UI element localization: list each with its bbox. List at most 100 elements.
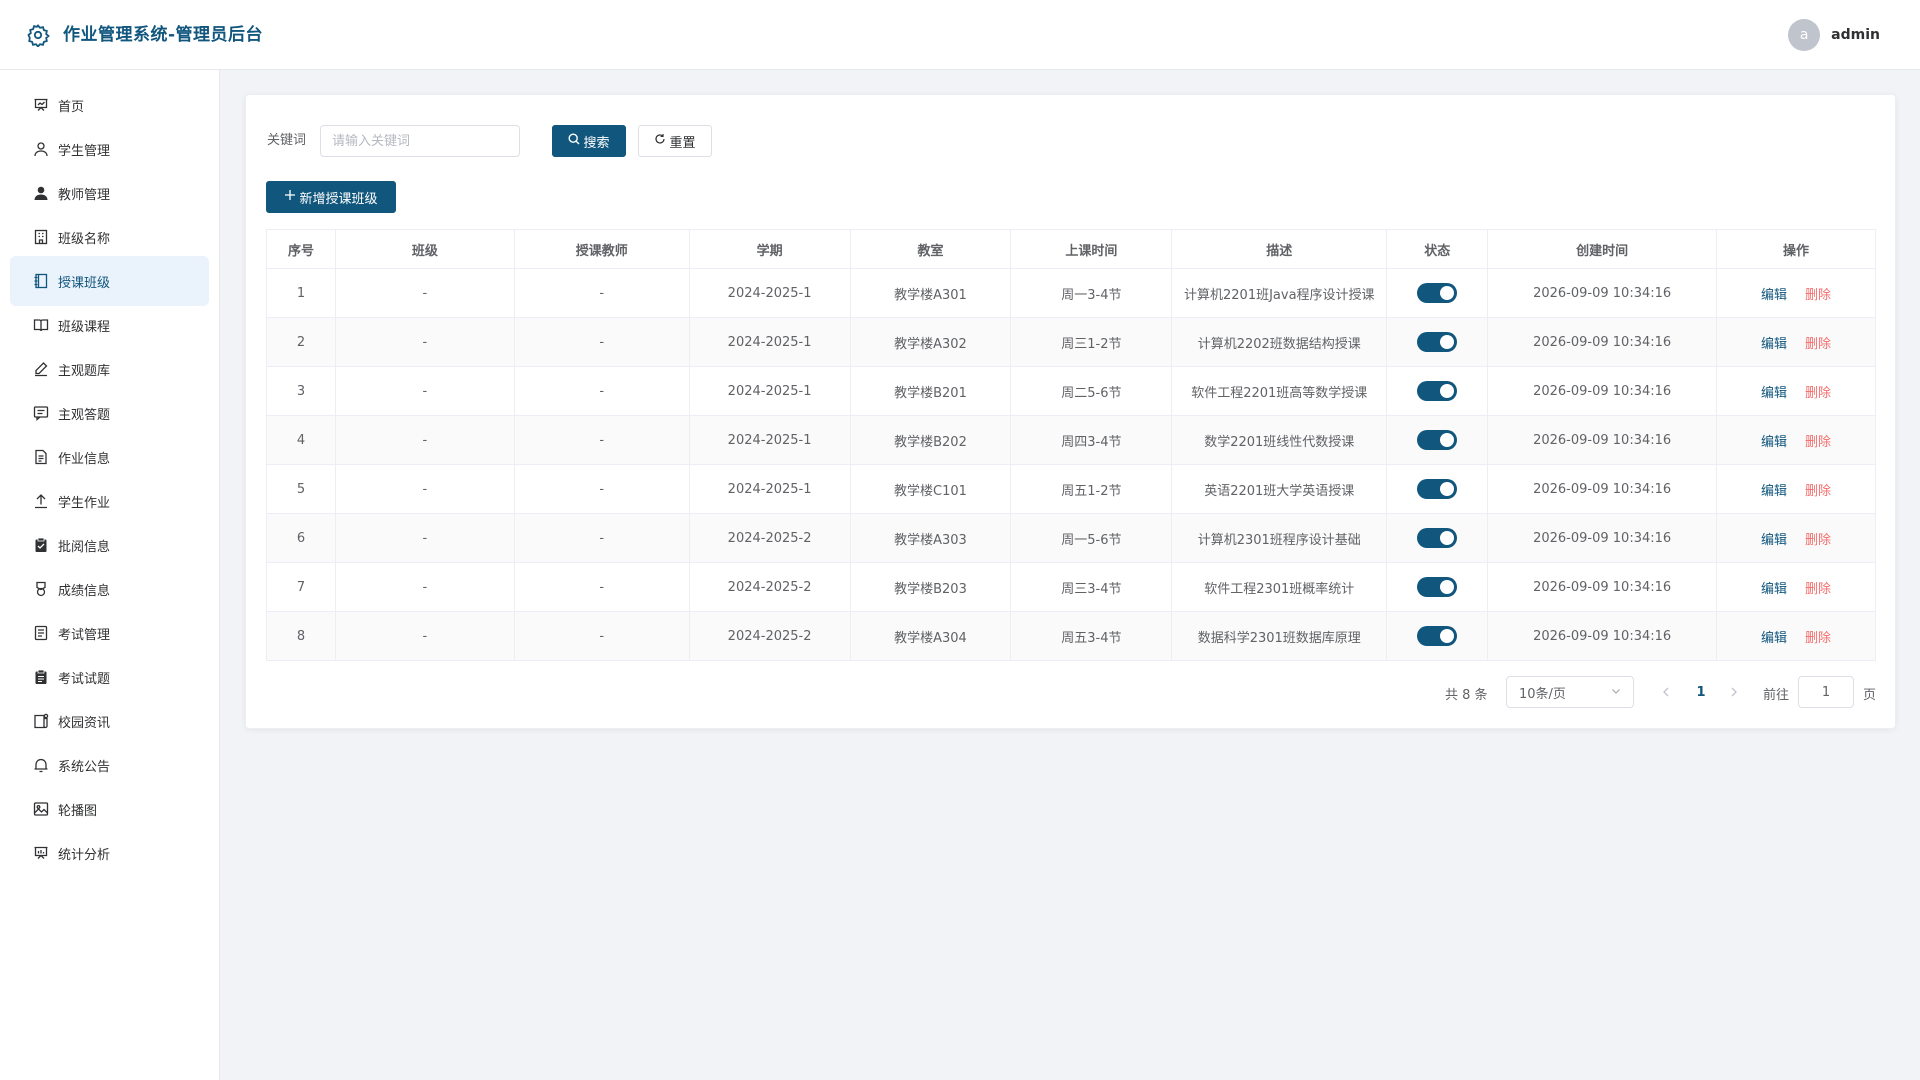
cell-room-text: 教学楼B202 [894,434,967,450]
delete-button[interactable]: 删除 [1805,533,1831,548]
sidebar-item-18[interactable]: 统计分析 [10,828,209,878]
cell-actions: 编辑 删除 [1716,317,1876,367]
cell-actions: 编辑 删除 [1716,366,1876,416]
sidebar-item-8[interactable]: 主观答题 [10,388,209,438]
sidebar-item-17[interactable]: 轮播图 [10,784,209,834]
edit-button[interactable]: 编辑 [1761,288,1787,303]
keyword-label: 关键词 [267,133,307,148]
status-toggle[interactable] [1417,528,1458,548]
status-toggle[interactable] [1417,332,1458,352]
cell-created: 2026-09-09 10:34:16 [1487,562,1718,612]
cell-no-text: 1 [296,285,306,301]
delete-button[interactable]: 删除 [1805,288,1831,303]
edit-button[interactable]: 编辑 [1761,484,1787,499]
cell-term-text: 2024-2025-1 [727,383,812,399]
cell-room: 教学楼B203 [850,562,1012,612]
column-header: 班级 [334,229,515,269]
cell-time: 周一5-6节 [1010,513,1173,563]
column-header: 上课时间 [1010,229,1173,269]
edit-button[interactable]: 编辑 [1761,582,1787,597]
sidebar-item-13[interactable]: 考试管理 [10,608,209,658]
keyword-input[interactable] [320,125,520,157]
cell-teacher-text: - [599,530,605,546]
status-toggle[interactable] [1417,283,1458,303]
cell-time-text: 周五3-4节 [1061,630,1122,646]
sidebar-item-4[interactable]: 班级名称 [10,212,209,262]
status-toggle[interactable] [1417,381,1458,401]
table-row: 6 - - 2024-2025-2 教学楼A303 周一5-6节 计算机2301班程序设计基… [266,513,1876,563]
user-menu[interactable]: a admin [1788,18,1880,52]
book-open-icon [32,316,50,334]
username[interactable]: admin [1831,27,1880,43]
cell-desc-text: 软件工程2301班概率统计 [1204,581,1355,597]
sidebar-item-7[interactable]: 主观题库 [10,344,209,394]
sidebar-item-label: 首页 [58,99,85,115]
goto-label: 前往 [1763,687,1790,703]
status-toggle[interactable] [1417,577,1458,597]
sidebar-item-16[interactable]: 系统公告 [10,740,209,790]
sidebar-item-1[interactable]: 首页 [10,80,209,130]
delete-button[interactable]: 删除 [1805,337,1831,352]
status-toggle[interactable] [1417,479,1458,499]
cell-desc-text: 数学2201班线性代数授课 [1204,434,1355,450]
sidebar-item-9[interactable]: 作业信息 [10,432,209,482]
delete-button[interactable]: 删除 [1805,582,1831,597]
cell-status [1386,562,1489,612]
next-page-button[interactable] [1724,676,1744,708]
edit-button[interactable]: 编辑 [1761,337,1787,352]
delete-button[interactable]: 删除 [1805,435,1831,450]
cell-class-text: - [422,628,428,644]
sidebar-item-label: 统计分析 [58,847,111,863]
cell-term: 2024-2025-1 [689,415,851,465]
sidebar-item-label: 学生管理 [58,143,111,159]
cell-teacher-text: - [599,334,605,350]
edit-button[interactable]: 编辑 [1761,533,1787,548]
status-toggle[interactable] [1417,626,1458,646]
prev-page-button[interactable] [1656,676,1676,708]
column-header: 操作 [1716,229,1876,269]
search-button[interactable]: 搜索 [552,125,626,157]
add-button-label: 新增授课班级 [299,191,378,207]
cell-desc-text: 计算机2201班Java程序设计授课 [1184,287,1375,303]
cell-desc-text: 计算机2301班程序设计基础 [1197,532,1361,548]
delete-button[interactable]: 删除 [1805,386,1831,401]
edit-button[interactable]: 编辑 [1761,386,1787,401]
cell-time-text: 周一3-4节 [1061,287,1122,303]
cell-status [1386,366,1489,416]
sidebar-item-3[interactable]: 教师管理 [10,168,209,218]
page-number-1[interactable]: 1 [1691,676,1711,708]
add-class-button[interactable]: 新增授课班级 [266,181,396,213]
sidebar-item-2[interactable]: 学生管理 [10,124,209,174]
column-header: 描述 [1171,229,1388,269]
sidebar-item-6[interactable]: 班级课程 [10,300,209,350]
cell-created: 2026-09-09 10:34:16 [1487,268,1718,318]
reset-button[interactable]: 重置 [638,125,712,157]
main-card: 关键词 搜索 重置 新增授课班级 序号班级授课教师学期教室上课时间描述状态创建时… [245,94,1896,729]
cell-room: 教学楼C101 [850,464,1012,514]
cell-room: 教学楼B202 [850,415,1012,465]
cell-class: - [335,268,515,318]
cell-desc: 数学2201班线性代数授课 [1171,415,1388,465]
edit-button[interactable]: 编辑 [1761,631,1787,646]
sidebar-item-12[interactable]: 成绩信息 [10,564,209,614]
cell-term-text: 2024-2025-1 [727,334,812,350]
cell-time: 周四3-4节 [1010,415,1173,465]
cell-no: 8 [266,611,336,661]
cell-room-text: 教学楼A304 [894,630,967,646]
user-outline-icon [32,140,50,158]
page-size-select[interactable]: 10条/页 [1506,676,1634,708]
cell-teacher: - [514,464,690,514]
message-box-icon [32,404,50,422]
delete-button[interactable]: 删除 [1805,631,1831,646]
goto-page-input[interactable] [1798,676,1854,708]
cell-teacher-text: - [599,285,605,301]
sidebar-item-5[interactable]: 授课班级 [10,256,209,306]
avatar[interactable]: a [1788,19,1821,51]
sidebar-item-11[interactable]: 批阅信息 [10,520,209,570]
delete-button[interactable]: 删除 [1805,484,1831,499]
sidebar-item-14[interactable]: 考试试题 [10,652,209,702]
sidebar-item-10[interactable]: 学生作业 [10,476,209,526]
edit-button[interactable]: 编辑 [1761,435,1787,450]
sidebar-item-15[interactable]: 校园资讯 [10,696,209,746]
status-toggle[interactable] [1417,430,1458,450]
